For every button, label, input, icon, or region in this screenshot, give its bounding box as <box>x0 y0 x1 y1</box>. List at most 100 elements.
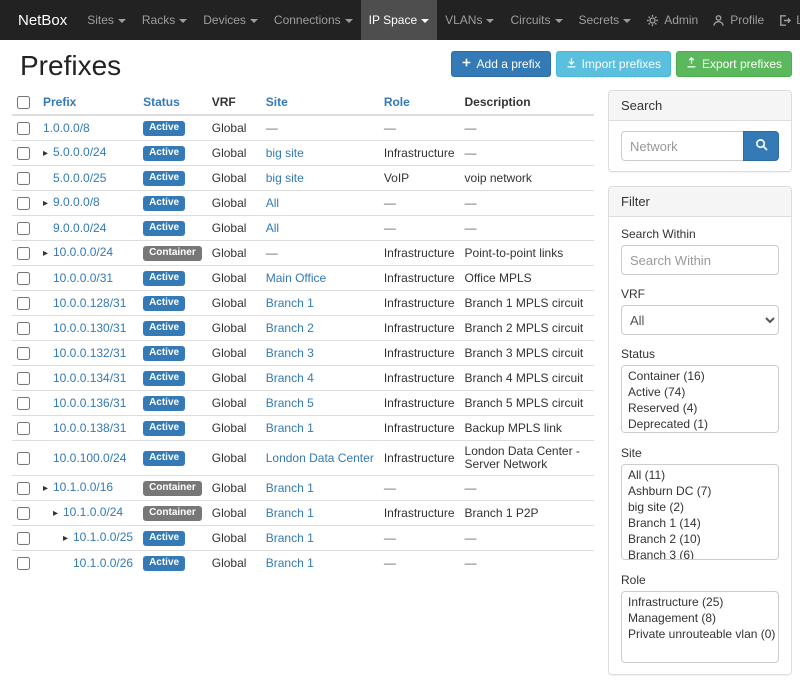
row-checkbox[interactable] <box>17 532 30 545</box>
filter-option[interactable]: Branch 2 (10) <box>622 531 778 547</box>
row-checkbox[interactable] <box>17 197 30 210</box>
row-checkbox[interactable] <box>17 222 30 235</box>
add-prefix-button[interactable]: Add a prefix <box>451 51 551 77</box>
prefix-link[interactable]: 10.0.0.0/31 <box>53 271 113 285</box>
filter-option[interactable]: Branch 3 (6) <box>622 547 778 560</box>
nav-item-devices[interactable]: Devices <box>195 0 266 40</box>
filter-option[interactable]: Branch 1 (14) <box>622 515 778 531</box>
site-link[interactable]: big site <box>266 171 304 185</box>
nav-item-connections[interactable]: Connections <box>266 0 361 40</box>
site-link[interactable]: Branch 1 <box>266 531 314 545</box>
export-prefixes-button[interactable]: Export prefixes <box>676 51 792 77</box>
row-checkbox[interactable] <box>17 347 30 360</box>
site-link[interactable]: Branch 5 <box>266 396 314 410</box>
row-checkbox[interactable] <box>17 172 30 185</box>
row-checkbox[interactable] <box>17 452 30 465</box>
prefix-link[interactable]: 10.0.0.130/31 <box>53 321 126 335</box>
prefix-link[interactable]: 9.0.0.0/8 <box>53 195 100 209</box>
nav-item-circuits[interactable]: Circuits <box>502 0 570 40</box>
vrf-cell: Global <box>207 551 261 576</box>
expand-arrow-icon: ▸ <box>53 507 63 520</box>
nav-item-ip-space[interactable]: IP Space <box>361 0 437 40</box>
row-checkbox[interactable] <box>17 272 30 285</box>
row-checkbox[interactable] <box>17 247 30 260</box>
site-link[interactable]: Branch 2 <box>266 321 314 335</box>
nav-item-racks[interactable]: Racks <box>134 0 195 40</box>
site-link[interactable]: All <box>266 196 279 210</box>
site-link[interactable]: Branch 1 <box>266 556 314 570</box>
site-link[interactable]: Branch 4 <box>266 371 314 385</box>
prefix-link[interactable]: 1.0.0.0/8 <box>43 121 90 135</box>
prefix-link[interactable]: 10.1.0.0/26 <box>73 556 133 570</box>
site-link[interactable]: London Data Center <box>266 451 374 465</box>
row-checkbox[interactable] <box>17 372 30 385</box>
prefix-link[interactable]: 10.0.100.0/24 <box>53 451 126 465</box>
prefix-link[interactable]: 9.0.0.0/24 <box>53 221 106 235</box>
nav-item-sites[interactable]: Sites <box>79 0 134 40</box>
nav-label: Circuits <box>510 13 550 27</box>
brand[interactable]: NetBox <box>6 0 79 40</box>
prefix-link[interactable]: 5.0.0.0/24 <box>53 145 106 159</box>
site-link[interactable]: big site <box>266 146 304 160</box>
vrf-cell: Global <box>207 366 261 391</box>
column-header-prefix[interactable]: Prefix <box>43 95 76 109</box>
prefix-link[interactable]: 10.0.0.136/31 <box>53 396 126 410</box>
row-checkbox[interactable] <box>17 322 30 335</box>
filter-option[interactable]: Active (74) <box>622 384 778 400</box>
prefix-link[interactable]: 10.0.0.128/31 <box>53 296 126 310</box>
row-checkbox[interactable] <box>17 297 30 310</box>
nav-item-profile[interactable]: Profile <box>705 0 771 40</box>
filter-option[interactable]: big site (2) <box>622 499 778 515</box>
status-filter-list[interactable]: Container (16)Active (74)Reserved (4)Dep… <box>621 365 779 433</box>
search-within-input[interactable] <box>621 245 779 275</box>
column-header-role[interactable]: Role <box>384 95 410 109</box>
filter-option[interactable]: Reserved (4) <box>622 400 778 416</box>
prefix-link[interactable]: 10.1.0.0/16 <box>53 480 113 494</box>
filter-option[interactable]: Container (16) <box>622 368 778 384</box>
row-checkbox[interactable] <box>17 147 30 160</box>
prefix-link[interactable]: 10.0.0.0/24 <box>53 245 113 259</box>
filter-option[interactable]: Infrastructure (25) <box>622 594 778 610</box>
select-all-checkbox[interactable] <box>17 96 30 109</box>
filter-option[interactable]: All (11) <box>622 467 778 483</box>
row-checkbox[interactable] <box>17 397 30 410</box>
prefix-link[interactable]: 10.1.0.0/24 <box>63 505 123 519</box>
prefix-link[interactable]: 10.0.0.134/31 <box>53 371 126 385</box>
row-checkbox[interactable] <box>17 422 30 435</box>
filter-option[interactable]: Ashburn DC (7) <box>622 483 778 499</box>
status-badge: Active <box>143 556 185 571</box>
status-badge: Container <box>143 481 202 496</box>
search-button[interactable] <box>743 131 779 161</box>
row-checkbox[interactable] <box>17 482 30 495</box>
nav-item-admin[interactable]: Admin <box>639 0 705 40</box>
site-link[interactable]: All <box>266 221 279 235</box>
column-header-site[interactable]: Site <box>266 95 288 109</box>
site-link[interactable]: Branch 3 <box>266 346 314 360</box>
nav-label: Sites <box>87 13 114 27</box>
site-filter-list[interactable]: All (11)Ashburn DC (7)big site (2)Branch… <box>621 464 779 560</box>
prefix-link[interactable]: 5.0.0.0/25 <box>53 171 106 185</box>
filter-option[interactable]: Deprecated (1) <box>622 416 778 432</box>
search-input[interactable] <box>621 131 743 161</box>
prefix-link[interactable]: 10.0.0.138/31 <box>53 421 126 435</box>
nav-item-secrets[interactable]: Secrets <box>571 0 640 40</box>
row-checkbox[interactable] <box>17 122 30 135</box>
site-link[interactable]: Branch 1 <box>266 506 314 520</box>
prefix-link[interactable]: 10.0.0.132/31 <box>53 346 126 360</box>
table-row: 10.0.0.132/31 Active Global Branch 3 Inf… <box>12 341 594 366</box>
prefix-link[interactable]: 10.1.0.0/25 <box>73 530 133 544</box>
site-link[interactable]: Branch 1 <box>266 481 314 495</box>
site-link[interactable]: Main Office <box>266 271 326 285</box>
role-filter-list[interactable]: Infrastructure (25)Management (8)Private… <box>621 591 779 663</box>
filter-option[interactable]: Management (8) <box>622 610 778 626</box>
nav-item-vlans[interactable]: VLANs <box>437 0 502 40</box>
filter-option[interactable]: Private unrouteable vlan (0) <box>622 626 778 642</box>
site-link[interactable]: Branch 1 <box>266 421 314 435</box>
row-checkbox[interactable] <box>17 557 30 570</box>
site-link[interactable]: Branch 1 <box>266 296 314 310</box>
vrf-select[interactable]: All <box>621 305 779 335</box>
row-checkbox[interactable] <box>17 507 30 520</box>
import-prefixes-button[interactable]: Import prefixes <box>556 51 671 77</box>
column-header-status[interactable]: Status <box>143 95 180 109</box>
nav-item-logout[interactable]: Log out <box>771 0 800 40</box>
